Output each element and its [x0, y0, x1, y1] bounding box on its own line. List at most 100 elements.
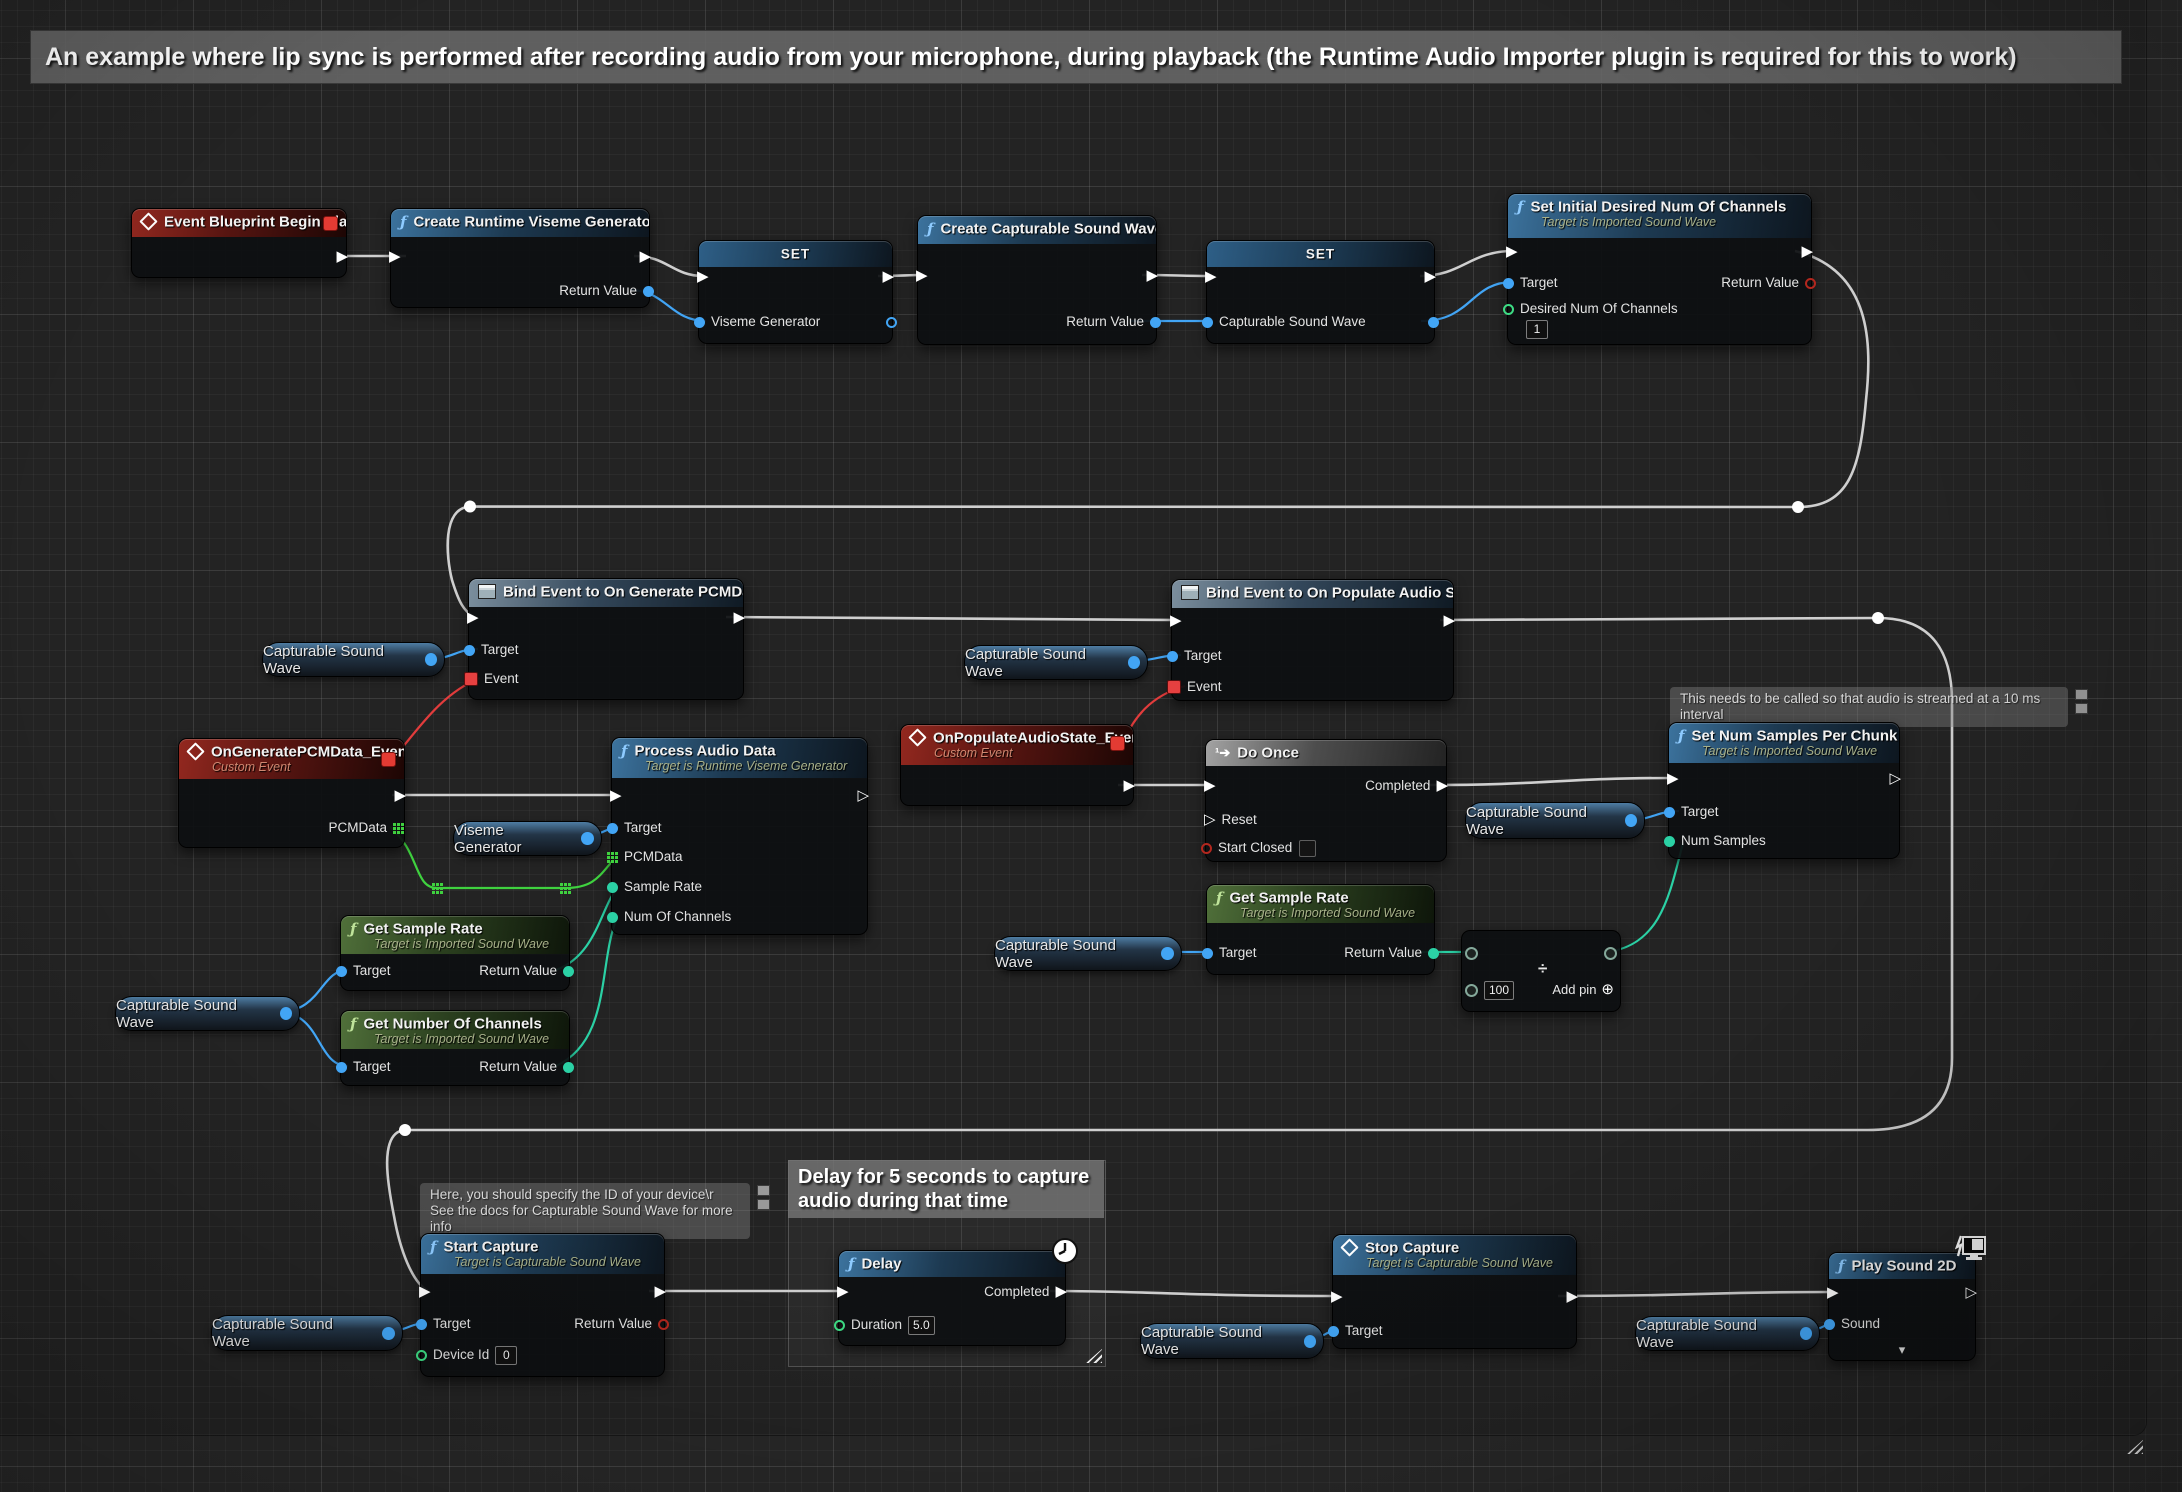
exec-in-pin[interactable]: ▶ — [1204, 775, 1216, 797]
node-bind-event-on-generate-pcmdata[interactable]: Bind Event to On Generate PCMData ▶ ▶ Ta… — [468, 578, 744, 700]
node-stop-capture[interactable]: Stop Capture Target is Capturable Sound … — [1332, 1234, 1577, 1349]
exec-out-pin[interactable]: ▶ — [733, 607, 745, 629]
node-create-capturable-sound-wave[interactable]: ƒCreate Capturable Sound Wave ▶ ▶ Return… — [917, 215, 1157, 345]
bubble-icon[interactable] — [2075, 703, 2088, 714]
exec-in-pin[interactable]: ▶ — [1506, 241, 1518, 263]
object-out-pin[interactable] — [1128, 656, 1140, 669]
duration-pin[interactable] — [834, 1320, 845, 1331]
node-process-audio-data[interactable]: ƒProcess Audio Data Target is Runtime Vi… — [611, 737, 868, 935]
exec-out-pin[interactable]: ▷ — [1965, 1282, 1977, 1304]
channels-value-input[interactable]: 1 — [1526, 320, 1548, 339]
return-value-pin[interactable] — [1805, 278, 1816, 289]
exec-out-pin[interactable]: ▶ — [1801, 241, 1813, 263]
exec-in-pin[interactable]: ▶ — [1170, 610, 1182, 632]
comment-stream-interval[interactable]: This needs to be called so that audio is… — [1670, 687, 2068, 727]
exec-in-pin[interactable]: ▶ — [1331, 1286, 1343, 1308]
sample-rate-pin[interactable] — [607, 882, 618, 893]
num-samples-pin[interactable] — [1664, 836, 1675, 847]
node-event-begin-play[interactable]: Event Blueprint Begin Play ▶ — [131, 208, 347, 278]
num-of-channels-pin[interactable] — [607, 912, 618, 923]
blueprint-graph-canvas[interactable]: An example where lip sync is performed a… — [0, 0, 2182, 1492]
pill-capturable-sound-wave[interactable]: Capturable Sound Wave — [1635, 1316, 1820, 1351]
node-delay[interactable]: ƒDelay ▶ Completed▶ Duration5.0 — [838, 1250, 1066, 1346]
exec-in-pin[interactable]: ▶ — [916, 265, 928, 287]
exec-in-pin[interactable]: ▶ — [419, 1281, 431, 1303]
comment-delay-header[interactable]: Delay for 5 seconds to capture audio dur… — [788, 1160, 1104, 1218]
target-pin[interactable] — [607, 823, 618, 834]
exec-out-pin[interactable]: ▶ — [1146, 265, 1158, 287]
return-value-pin[interactable] — [1428, 948, 1439, 959]
comment-banner[interactable]: An example where lip sync is performed a… — [30, 30, 2122, 84]
node-set-viseme-generator[interactable]: SET ▶ ▶ Viseme Generator — [698, 240, 893, 344]
device-id-input[interactable]: 0 — [495, 1346, 517, 1365]
node-get-sample-rate-right[interactable]: ƒGet Sample Rate Target is Imported Soun… — [1206, 884, 1435, 975]
delegate-pin[interactable] — [1110, 736, 1125, 751]
node-divide[interactable]: ÷ 100 Add pin⊕ — [1461, 930, 1621, 1012]
start-closed-checkbox[interactable] — [1299, 840, 1316, 857]
object-out-pin[interactable] — [425, 653, 437, 666]
object-out-pin[interactable] — [1304, 1335, 1316, 1348]
pill-capturable-sound-wave[interactable]: Capturable Sound Wave — [115, 996, 300, 1031]
pill-capturable-sound-wave[interactable]: Capturable Sound Wave — [964, 645, 1148, 680]
start-closed-pin[interactable] — [1201, 843, 1212, 854]
exec-out-pin[interactable]: ▶ — [882, 266, 894, 288]
object-out-pin[interactable] — [382, 1327, 395, 1340]
exec-in-pin[interactable]: ▶ — [467, 607, 479, 629]
exec-out-pin[interactable]: ▶ — [394, 785, 406, 807]
return-value-pin[interactable] — [563, 966, 574, 977]
bubble-icon[interactable] — [757, 1199, 770, 1210]
node-play-sound-2d[interactable]: ƒPlay Sound 2D ▶ ▷ Sound ▾ — [1828, 1252, 1976, 1361]
exec-out-pin[interactable]: ▷ — [1889, 768, 1901, 790]
divide-input-b-pin[interactable] — [1465, 984, 1478, 997]
node-ongeneratepcmdata-event[interactable]: OnGeneratePCMData_Event Custom Event ▶ P… — [178, 738, 405, 848]
exec-in-pin[interactable]: ▶ — [389, 246, 401, 268]
duration-input[interactable]: 5.0 — [908, 1316, 935, 1335]
exec-out-pin[interactable]: ▶ — [1424, 266, 1436, 288]
object-out-pin[interactable] — [1800, 1327, 1812, 1340]
target-pin[interactable] — [464, 645, 475, 656]
pill-capturable-sound-wave[interactable]: Capturable Sound Wave — [994, 936, 1182, 971]
sound-pin[interactable] — [1824, 1319, 1835, 1330]
node-create-runtime-viseme-generator[interactable]: ƒCreate Runtime Viseme Generator ▶ ▶ Ret… — [390, 208, 650, 308]
divide-input-a-pin[interactable] — [1465, 947, 1478, 960]
completed-exec-pin[interactable]: ▶ — [1055, 1281, 1067, 1303]
target-pin[interactable] — [1664, 807, 1675, 818]
target-pin[interactable] — [1503, 278, 1514, 289]
target-pin[interactable] — [1167, 651, 1178, 662]
comment-device-id[interactable]: Here, you should specify the ID of your … — [420, 1183, 750, 1239]
node-start-capture[interactable]: ƒStart Capture Target is Capturable Soun… — [420, 1233, 665, 1377]
return-value-pin[interactable] — [1150, 317, 1161, 328]
exec-out-pin[interactable]: ▶ — [654, 1281, 666, 1303]
array-pin[interactable] — [393, 823, 404, 834]
exec-out-pin[interactable]: ▷ — [857, 785, 869, 807]
node-set-num-samples-per-chunk[interactable]: ƒSet Num Samples Per Chunk Target is Imp… — [1668, 722, 1900, 859]
array-pin[interactable] — [607, 852, 618, 863]
divide-output-pin[interactable] — [1604, 947, 1617, 960]
node-set-initial-desired-num-of-channels[interactable]: ƒSet Initial Desired Num Of Channels Tar… — [1507, 193, 1812, 345]
node-do-once[interactable]: ¹➔Do Once ▶ Completed▶ ▷Reset Start Clos… — [1205, 739, 1447, 862]
delegate-pin[interactable] — [381, 752, 396, 767]
add-pin-icon[interactable]: ⊕ — [1601, 979, 1614, 1001]
desired-num-of-channels-pin[interactable] — [1503, 304, 1514, 315]
pill-viseme-generator[interactable]: Viseme Generator — [453, 821, 602, 856]
exec-out-pin[interactable]: ▶ — [336, 246, 348, 268]
target-pin[interactable] — [336, 966, 347, 977]
exec-in-pin[interactable]: ▶ — [697, 266, 709, 288]
exec-out-pin[interactable]: ▶ — [1123, 775, 1135, 797]
device-id-pin[interactable] — [416, 1350, 427, 1361]
exec-in-pin[interactable]: ▶ — [1205, 266, 1217, 288]
target-pin[interactable] — [336, 1062, 347, 1073]
viseme-generator-out-pin[interactable] — [886, 317, 897, 328]
target-pin[interactable] — [1328, 1326, 1339, 1337]
pill-capturable-sound-wave[interactable]: Capturable Sound Wave — [1465, 802, 1645, 839]
node-get-sample-rate-left[interactable]: ƒGet Sample Rate Target is Imported Soun… — [340, 915, 570, 991]
exec-in-pin[interactable]: ▶ — [1667, 768, 1679, 790]
capturable-sound-wave-out-pin[interactable] — [1428, 317, 1439, 328]
exec-in-pin[interactable]: ▶ — [1827, 1282, 1839, 1304]
pill-capturable-sound-wave[interactable]: Capturable Sound Wave — [1140, 1323, 1324, 1359]
pin-icon[interactable] — [2075, 689, 2088, 700]
exec-out-pin[interactable]: ▶ — [1566, 1286, 1578, 1308]
exec-in-pin[interactable]: ▶ — [837, 1281, 849, 1303]
object-out-pin[interactable] — [280, 1007, 292, 1020]
exec-in-pin[interactable]: ▶ — [610, 785, 622, 807]
